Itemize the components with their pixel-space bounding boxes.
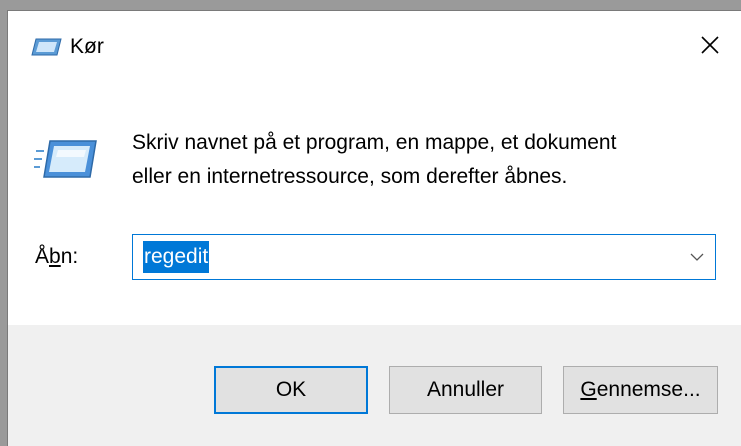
description-line-2: eller en internetressource, som derefter… (132, 165, 568, 188)
open-label-suffix: n: (60, 245, 79, 268)
open-input[interactable]: regedit (143, 241, 210, 273)
browse-accesskey: G (580, 378, 597, 401)
close-button[interactable] (679, 11, 741, 79)
window-title: Kør (70, 35, 104, 58)
run-dialog: Kør Skriv navnet på et program, en mappe… (7, 10, 741, 446)
browse-label: ennemse... (596, 378, 701, 401)
open-label: Åbn: (35, 245, 78, 269)
open-label-prefix: Å (35, 245, 50, 268)
run-icon (34, 140, 97, 178)
dialog-description: Skriv navnet på et program, en mappe, et… (132, 126, 692, 194)
browse-button[interactable]: Gennemse... (563, 366, 718, 414)
dialog-content: Skriv navnet på et program, en mappe, et… (8, 79, 741, 325)
run-app-icon (31, 38, 62, 56)
close-icon (701, 36, 719, 54)
open-combobox[interactable]: regedit (132, 234, 716, 280)
description-line-1: Skriv navnet på et program, en mappe, et… (132, 131, 617, 154)
cancel-button[interactable]: Annuller (389, 366, 542, 414)
ok-button[interactable]: OK (214, 366, 368, 414)
open-label-accesskey: b (49, 245, 61, 268)
title-bar[interactable]: Kør (8, 11, 741, 79)
chevron-down-icon[interactable] (689, 249, 705, 265)
